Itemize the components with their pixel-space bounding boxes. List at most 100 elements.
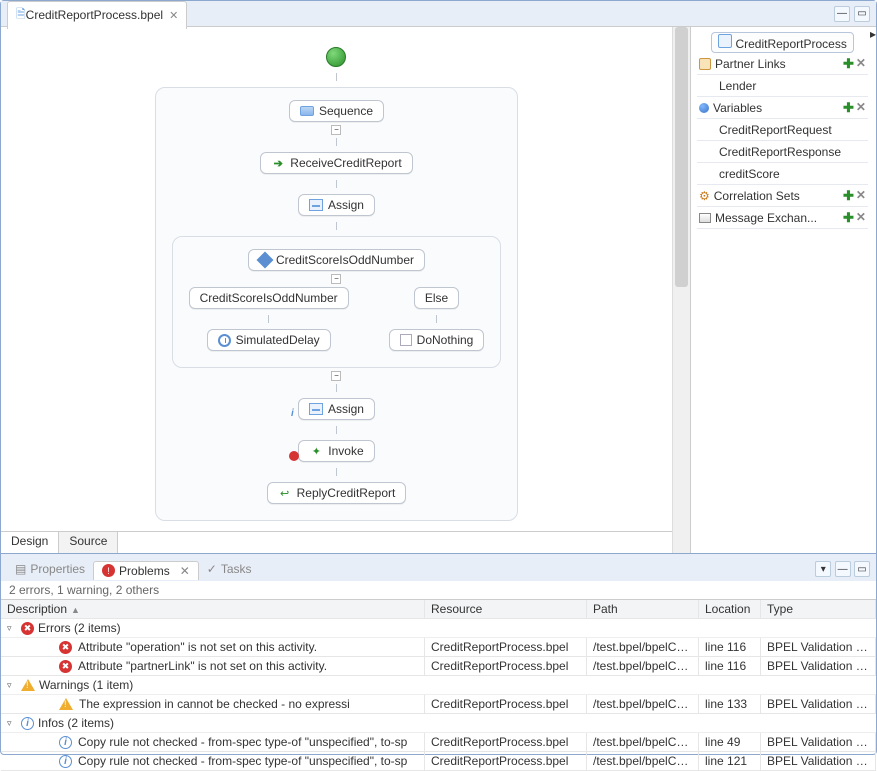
branch-condition-node[interactable]: CreditScoreIsOddNumber [189, 287, 349, 309]
problems-group[interactable]: ▿Warnings (1 item) [1, 676, 876, 695]
error-icon: ✖ [59, 660, 72, 673]
partner-links-icon [699, 58, 711, 70]
tab-problems[interactable]: !Problems✕ [93, 561, 199, 580]
view-menu-button[interactable]: ▾ [815, 561, 831, 577]
tab-source[interactable]: Source [59, 532, 118, 553]
col-description[interactable]: Description▲ [1, 600, 425, 618]
close-icon[interactable]: ✕ [169, 9, 178, 22]
table-row[interactable]: ✖Attribute "partnerLink" is not set on t… [1, 657, 876, 676]
delete-icon[interactable]: ✕ [856, 56, 866, 72]
problems-group[interactable]: ▿iInfos (2 items) [1, 714, 876, 733]
canvas-scrollbar[interactable]: ▲ [672, 27, 690, 553]
outline-collapse-handle[interactable]: ▸ [870, 27, 876, 553]
assign-icon [309, 403, 323, 415]
collapse-toggle[interactable]: − [331, 125, 341, 135]
twisty-icon[interactable]: ▿ [7, 718, 17, 729]
row-location: line 133 [699, 695, 761, 713]
maximize-button[interactable]: ▭ [854, 561, 870, 577]
wait-label: SimulatedDelay [236, 333, 320, 347]
reply-label: ReplyCreditReport [297, 486, 396, 500]
outline-item-variable[interactable]: CreditReportRequest [697, 119, 868, 141]
outline-item-variable[interactable]: creditScore [697, 163, 868, 185]
invoke-node[interactable]: Invoke [298, 440, 374, 462]
editor-window-controls: — ▭ [834, 6, 870, 22]
collapse-toggle[interactable]: − [331, 371, 341, 381]
assign-label-1: Assign [328, 198, 364, 212]
tab-design[interactable]: Design [1, 532, 59, 553]
outline-section-correlation[interactable]: Correlation Sets ✚✕ [697, 185, 868, 207]
editor-mode-tabs: Design Source [1, 531, 672, 553]
bpel-canvas[interactable]: Sequence − ReceiveCreditReport [1, 27, 672, 531]
outline-item-lender[interactable]: Lender [697, 75, 868, 97]
assign-node-2[interactable]: i Assign [298, 398, 375, 420]
else-node[interactable]: Else [414, 287, 459, 309]
editor-area: 🗎 CreditReportProcess.bpel ✕ — ▭ [1, 1, 876, 554]
empty-node[interactable]: DoNothing [389, 329, 485, 351]
scrollbar-thumb[interactable] [675, 27, 688, 287]
table-header: Description▲ Resource Path Location Type [1, 600, 876, 619]
minimize-button[interactable]: — [834, 6, 850, 22]
group-label: Errors (2 items) [38, 621, 121, 635]
if-node[interactable]: CreditScoreIsOddNumber [248, 249, 425, 271]
col-type[interactable]: Type [761, 600, 876, 618]
outline-item-variable[interactable]: CreditReportResponse [697, 141, 868, 163]
collapse-toggle[interactable]: − [331, 274, 341, 284]
add-icon[interactable]: ✚ [843, 210, 854, 226]
row-type: BPEL Validation Marker [761, 657, 876, 675]
twisty-icon[interactable]: ▿ [7, 680, 17, 691]
delete-icon[interactable]: ✕ [856, 210, 866, 226]
error-badge-icon [289, 451, 299, 461]
row-resource: CreditReportProcess.bpel [425, 733, 587, 751]
info-icon: i [59, 736, 72, 749]
outline-section-partner-links[interactable]: Partner Links ✚✕ [697, 53, 868, 75]
if-branch-true: CreditScoreIsOddNumber SimulatedDelay [189, 287, 349, 351]
row-path: /test.bpel/bpelCon... [587, 695, 699, 713]
col-path[interactable]: Path [587, 600, 699, 618]
sequence-icon [300, 106, 314, 116]
branch-else-label: Else [425, 291, 448, 305]
table-row[interactable]: iCopy rule not checked - from-spec type-… [1, 733, 876, 752]
close-icon[interactable]: ✕ [180, 564, 190, 578]
if-container[interactable]: CreditScoreIsOddNumber − CreditScoreIsOd… [172, 236, 502, 368]
error-icon: ✖ [59, 641, 72, 654]
clock-icon [218, 334, 231, 347]
invoke-label: Invoke [328, 444, 363, 458]
editor-tabbar: 🗎 CreditReportProcess.bpel ✕ — ▭ [1, 1, 876, 27]
outline-section-message-exchanges[interactable]: Message Exchan... ✚✕ [697, 207, 868, 229]
col-resource[interactable]: Resource [425, 600, 587, 618]
start-node[interactable] [326, 47, 346, 67]
row-path: /test.bpel/bpelCon... [587, 657, 699, 675]
editor-tab-active[interactable]: 🗎 CreditReportProcess.bpel ✕ [7, 1, 187, 29]
add-icon[interactable]: ✚ [843, 56, 854, 72]
receive-node[interactable]: ReceiveCreditReport [260, 152, 412, 174]
add-icon[interactable]: ✚ [843, 100, 854, 116]
table-row[interactable]: ✖Attribute "operation" is not set on thi… [1, 638, 876, 657]
minimize-button[interactable]: — [835, 561, 851, 577]
maximize-button[interactable]: ▭ [854, 6, 870, 22]
bpel-file-icon: 🗎 [16, 5, 26, 26]
tab-tasks[interactable]: Tasks [199, 560, 260, 578]
sequence-container[interactable]: Sequence − ReceiveCreditReport [155, 87, 519, 521]
outline-section-variables[interactable]: Variables ✚✕ [697, 97, 868, 119]
problems-group[interactable]: ▿✖Errors (2 items) [1, 619, 876, 638]
twisty-icon[interactable]: ▿ [7, 623, 17, 634]
table-body: ▿✖Errors (2 items) ✖Attribute "operation… [1, 619, 876, 771]
col-location[interactable]: Location [699, 600, 761, 618]
delete-icon[interactable]: ✕ [856, 100, 866, 116]
if-icon [256, 252, 273, 269]
assign-label-2: Assign [328, 402, 364, 416]
table-row[interactable]: The expression in cannot be checked - no… [1, 695, 876, 714]
reply-node[interactable]: ReplyCreditReport [267, 482, 407, 504]
row-type: BPEL Validation Marker [761, 695, 876, 713]
tab-properties[interactable]: Properties [7, 560, 93, 578]
assign-node-1[interactable]: Assign [298, 194, 375, 216]
delete-icon[interactable]: ✕ [856, 188, 866, 204]
add-icon[interactable]: ✚ [843, 188, 854, 204]
row-location: line 116 [699, 657, 761, 675]
row-location: line 116 [699, 638, 761, 656]
editor-tab-label: CreditReportProcess.bpel [26, 8, 163, 22]
sequence-node[interactable]: Sequence [289, 100, 384, 122]
empty-label: DoNothing [417, 333, 474, 347]
outline-process[interactable]: CreditReportProcess [697, 31, 868, 53]
wait-node[interactable]: SimulatedDelay [207, 329, 331, 351]
